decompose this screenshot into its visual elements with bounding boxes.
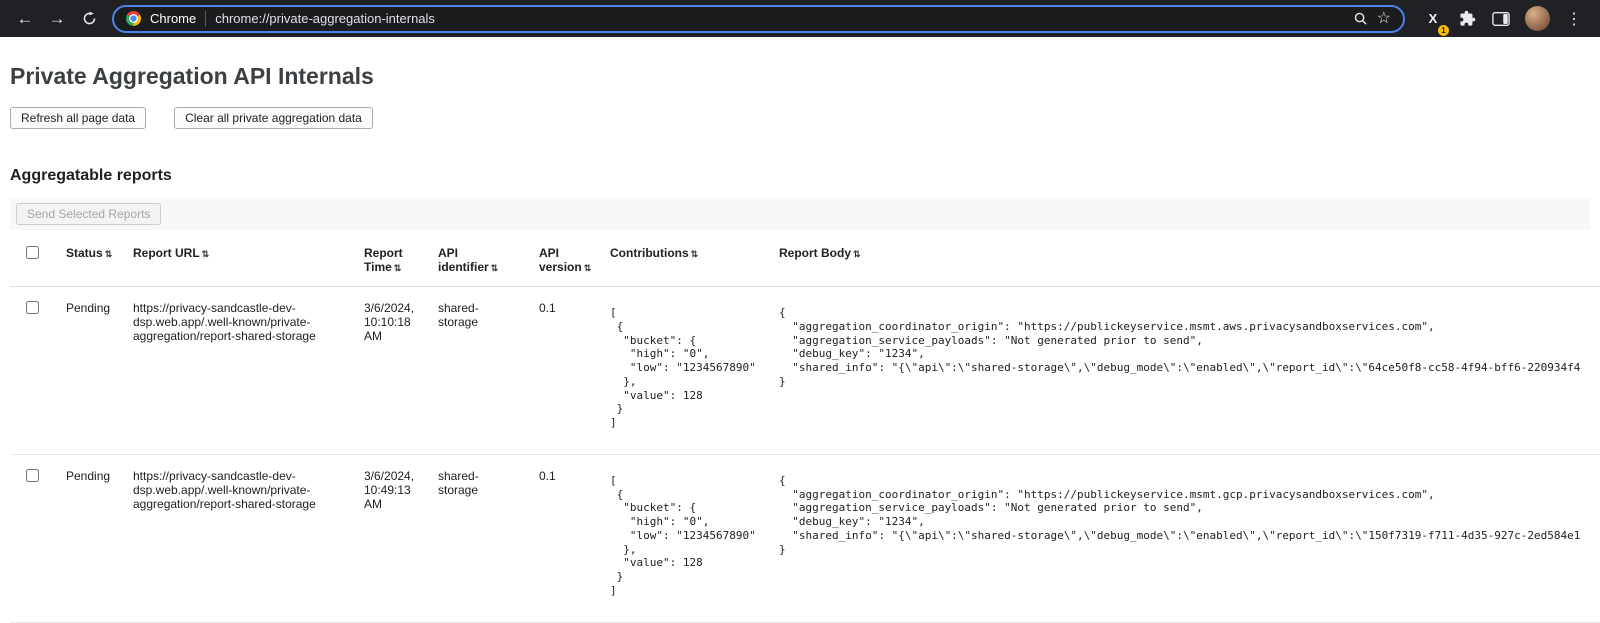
- reload-icon: [82, 11, 97, 26]
- header-contributions[interactable]: Contributions⇅: [610, 230, 779, 287]
- private-aggregation-internals-page: Private Aggregation API Internals Refres…: [0, 63, 1600, 623]
- header-status[interactable]: Status⇅: [66, 230, 133, 287]
- table-header-row: Status⇅ Report URL⇅ Report Time⇅ API ide…: [10, 230, 1600, 287]
- reports-toolbar: Send Selected Reports: [10, 198, 1590, 230]
- report-time-cell: 3/6/2024, 10:49:13 AM: [364, 454, 438, 622]
- refresh-all-page-data-button[interactable]: Refresh all page data: [10, 107, 146, 129]
- status-cell: Pending: [66, 287, 133, 455]
- page-title: Private Aggregation API Internals: [10, 63, 1600, 90]
- bookmark-star-icon[interactable]: ☆: [1377, 11, 1391, 27]
- menu-icon[interactable]: ⋮: [1561, 4, 1587, 34]
- sort-icon: ⇅: [491, 263, 499, 273]
- aggregatable-reports-table: Status⇅ Report URL⇅ Report Time⇅ API ide…: [10, 230, 1600, 623]
- browser-toolbar: ← → Chrome chrome://private-aggregation-…: [0, 0, 1600, 37]
- table-row: Pending https://privacy-sandcastle-dev-d…: [10, 454, 1600, 622]
- header-api-identifier[interactable]: API identifier⇅: [438, 230, 539, 287]
- sort-icon: ⇅: [394, 263, 402, 273]
- report-time-cell: 3/6/2024, 10:10:18 AM: [364, 287, 438, 455]
- select-all-checkbox[interactable]: [26, 246, 39, 259]
- page-actions: Refresh all page data Clear all private …: [10, 107, 1600, 129]
- site-chip-label: Chrome: [150, 11, 196, 26]
- sort-icon: ⇅: [691, 249, 699, 259]
- back-icon: ←: [17, 9, 34, 29]
- forward-button[interactable]: →: [42, 4, 72, 34]
- clear-all-private-aggregation-data-button[interactable]: Clear all private aggregation data: [174, 107, 373, 129]
- contributions-cell: [ { "bucket": { "high": "0", "low": "123…: [610, 287, 779, 455]
- report-url-cell: https://privacy-sandcastle-dev-dsp.web.a…: [133, 454, 364, 622]
- chrome-logo-icon: [126, 11, 141, 26]
- side-panel-icon[interactable]: [1488, 4, 1514, 34]
- zoom-icon[interactable]: [1353, 11, 1368, 26]
- reload-button[interactable]: [74, 4, 104, 34]
- omnibox-separator: [205, 11, 206, 27]
- sort-icon: ⇅: [853, 249, 861, 259]
- contributions-json: [ { "bucket": { "high": "0", "low": "123…: [610, 306, 767, 430]
- report-url-cell: https://privacy-sandcastle-dev-dsp.web.a…: [133, 287, 364, 455]
- row-checkbox[interactable]: [26, 301, 39, 314]
- header-api-version[interactable]: API version⇅: [539, 230, 610, 287]
- sort-icon: ⇅: [584, 263, 592, 273]
- header-report-time[interactable]: Report Time⇅: [364, 230, 438, 287]
- extension-count-badge: 1: [1438, 25, 1449, 36]
- table-row: Pending https://privacy-sandcastle-dev-d…: [10, 287, 1600, 455]
- contributions-json: [ { "bucket": { "high": "0", "low": "123…: [610, 474, 767, 598]
- extension-x-icon[interactable]: X 1: [1420, 4, 1446, 34]
- address-bar[interactable]: Chrome chrome://private-aggregation-inte…: [112, 5, 1405, 33]
- send-selected-reports-button[interactable]: Send Selected Reports: [16, 203, 161, 225]
- api-version-cell: 0.1: [539, 287, 610, 455]
- api-identifier-cell: shared-storage: [438, 454, 539, 622]
- extensions-puzzle-icon[interactable]: [1454, 4, 1480, 34]
- section-title: Aggregatable reports: [10, 167, 1600, 185]
- profile-avatar[interactable]: [1525, 6, 1550, 31]
- api-identifier-cell: shared-storage: [438, 287, 539, 455]
- header-report-body[interactable]: Report Body⇅: [779, 230, 1600, 287]
- report-body-json: { "aggregation_coordinator_origin": "htt…: [779, 474, 1588, 557]
- url-text: chrome://private-aggregation-internals: [215, 11, 1343, 26]
- row-select-cell: [10, 287, 66, 455]
- contributions-cell: [ { "bucket": { "high": "0", "low": "123…: [610, 454, 779, 622]
- row-select-cell: [10, 454, 66, 622]
- api-version-cell: 0.1: [539, 454, 610, 622]
- row-checkbox[interactable]: [26, 469, 39, 482]
- sort-icon: ⇅: [202, 249, 210, 259]
- report-body-cell: { "aggregation_coordinator_origin": "htt…: [779, 454, 1600, 622]
- report-body-cell: { "aggregation_coordinator_origin": "htt…: [779, 287, 1600, 455]
- report-body-json: { "aggregation_coordinator_origin": "htt…: [779, 306, 1588, 389]
- back-button[interactable]: ←: [10, 4, 40, 34]
- select-all-header-cell: [10, 230, 66, 287]
- header-report-url[interactable]: Report URL⇅: [133, 230, 364, 287]
- status-cell: Pending: [66, 454, 133, 622]
- sort-icon: ⇅: [105, 249, 113, 259]
- forward-icon: →: [49, 9, 66, 29]
